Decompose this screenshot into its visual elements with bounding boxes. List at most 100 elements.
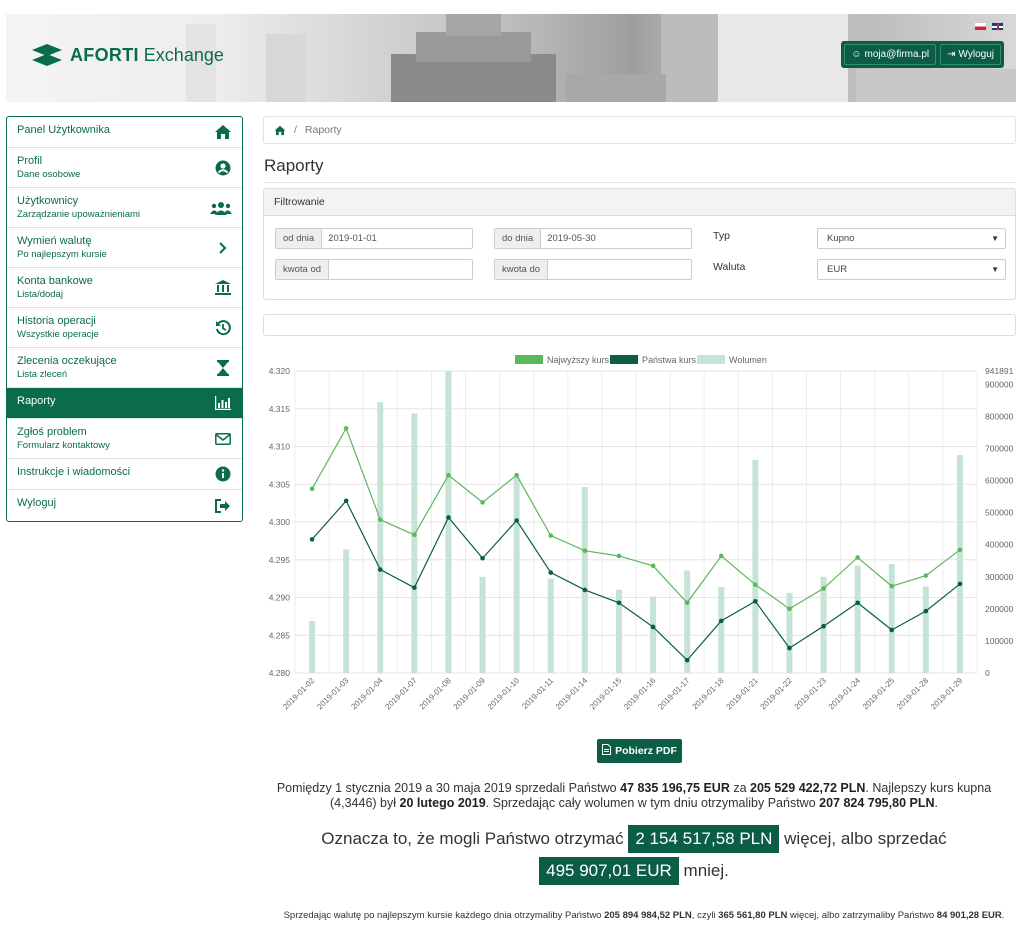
flag-pl-icon[interactable] [974, 22, 987, 31]
x-tick-label: 2019-01-21 [724, 676, 760, 712]
y-right-tick-label: 600000 [985, 476, 1014, 486]
sidebar-item-reports[interactable]: Raporty [7, 388, 242, 419]
summary-best-rate: Sprzedając walutę po najlepszym kursie k… [283, 910, 1005, 921]
sidebar-item-panel[interactable]: Panel Użytkownika [7, 117, 242, 148]
profile-email-button[interactable]: ☺ moja@firma.pl [844, 44, 937, 65]
series-point [957, 547, 963, 553]
currency-label: Waluta [713, 261, 746, 273]
sidebar-item-report-problem[interactable]: Zgłoś problem Formularz kontaktowy [7, 419, 242, 459]
series-point [412, 585, 417, 590]
series-point [787, 645, 792, 651]
series-point [343, 426, 349, 431]
series-point [514, 518, 519, 523]
volume-bar [513, 477, 520, 673]
x-tick-label: 2019-01-09 [452, 676, 488, 712]
volume-bar [479, 576, 486, 673]
x-tick-label: 2019-01-24 [827, 676, 863, 712]
amount-to-label: kwota do [495, 260, 549, 279]
date-from-field[interactable]: od dnia 2019-01-01 [275, 228, 473, 249]
y-right-max-label: 941891 [985, 366, 1014, 376]
legend-label: Państwa kurs [642, 355, 697, 365]
sign-out-icon: ⇥ [947, 49, 956, 60]
y-left-tick-label: 4.290 [269, 593, 291, 603]
amount-from-field[interactable]: kwota od [275, 259, 473, 280]
date-to-label: do dnia [495, 229, 542, 248]
date-from-label: od dnia [276, 229, 323, 248]
aforti-logo-icon [32, 44, 62, 66]
currency-select[interactable]: EUR ▼ [817, 259, 1006, 280]
brand-name: AFORTI [70, 44, 139, 65]
x-tick-label: 2019-01-18 [690, 676, 726, 712]
flag-en-icon[interactable] [991, 22, 1004, 31]
series-point [684, 657, 690, 663]
amount-to-input[interactable] [548, 260, 691, 279]
logo[interactable]: AFORTI Exchange [30, 44, 224, 66]
header-logout-button[interactable]: ⇥ Wyloguj [940, 44, 1001, 65]
x-tick-label: 2019-01-02 [281, 676, 317, 712]
x-tick-label: 2019-01-25 [861, 676, 897, 712]
series-point [889, 627, 895, 633]
sidebar-item-logout[interactable]: Wyloguj [7, 490, 242, 521]
volume-bar [343, 549, 350, 673]
y-left-tick-label: 4.280 [269, 668, 291, 678]
y-right-tick-label: 500000 [985, 508, 1014, 518]
y-right-tick-label: 400000 [985, 540, 1014, 550]
x-tick-label: 2019-01-22 [759, 676, 795, 712]
date-from-input[interactable]: 2019-01-01 [322, 229, 472, 248]
y-left-tick-label: 4.310 [269, 442, 291, 452]
series-point [343, 498, 349, 504]
filter-panel: Filtrowanie od dnia 2019-01-01 do dnia 2… [263, 188, 1016, 300]
user-actions: ☺ moja@firma.pl ⇥ Wyloguj [841, 41, 1004, 68]
volume-bar [309, 621, 316, 673]
series-point [514, 472, 519, 478]
date-to-field[interactable]: do dnia 2019-05-30 [494, 228, 692, 249]
page-title: Raporty [264, 156, 324, 175]
sidebar-item-history[interactable]: Historia operacji Wszystkie operacje [7, 308, 242, 348]
amount-from-input[interactable] [329, 260, 472, 279]
sidebar-item-profile[interactable]: Profil Dane osobowe [7, 148, 242, 188]
x-tick-label: 2019-01-10 [486, 676, 522, 712]
home-icon [214, 123, 232, 141]
sidebar: Panel Użytkownika Profil Dane osobowe Uż… [6, 116, 243, 522]
download-pdf-button[interactable]: Pobierz PDF [597, 739, 682, 763]
series-point [446, 472, 451, 478]
series-point [309, 486, 315, 492]
envelope-icon [214, 430, 232, 448]
y-left-tick-label: 4.315 [269, 404, 291, 414]
sidebar-item-instructions[interactable]: Instrukcje i wiadomości [7, 459, 242, 490]
volume-bar [547, 578, 554, 673]
legend-swatch [515, 355, 543, 364]
y-right-tick-label: 0 [985, 668, 990, 678]
home-icon[interactable] [274, 125, 286, 136]
y-left-tick-label: 4.300 [269, 517, 291, 527]
y-right-tick-label: 100000 [985, 636, 1014, 646]
volume-bar [411, 413, 418, 673]
volume-bar [581, 487, 588, 673]
sign-out-icon [214, 497, 232, 515]
type-select[interactable]: Kupno ▼ [817, 228, 1006, 249]
amount-to-field[interactable]: kwota do [494, 259, 692, 280]
x-tick-label: 2019-01-07 [383, 676, 419, 712]
series-point [821, 586, 826, 591]
x-tick-label: 2019-01-03 [315, 676, 351, 712]
volume-bar [718, 587, 725, 673]
series-point [616, 600, 622, 606]
sidebar-item-pending-orders[interactable]: Zlecenia oczekujące Lista zleceń [7, 348, 242, 388]
series-point [684, 600, 690, 606]
chevron-right-icon [214, 239, 232, 257]
date-to-input[interactable]: 2019-05-30 [541, 229, 691, 248]
sidebar-item-bank-accounts[interactable]: Konta bankowe Lista/dodaj [7, 268, 242, 308]
sidebar-item-exchange[interactable]: Wymień walutę Po najlepszym kursie [7, 228, 242, 268]
legend-label: Wolumen [729, 355, 767, 365]
sidebar-item-users[interactable]: Użytkownicy Zarządzanie upoważnieniami [7, 188, 242, 228]
file-pdf-icon [602, 744, 612, 758]
x-tick-label: 2019-01-15 [588, 676, 624, 712]
series-point [480, 500, 485, 505]
series-point [377, 567, 383, 572]
series-point [309, 537, 315, 542]
x-tick-label: 2019-01-28 [895, 676, 931, 712]
series-point [753, 582, 758, 587]
legend-swatch [697, 355, 725, 364]
filter-header: Filtrowanie [264, 189, 1015, 216]
volume-bar [922, 586, 929, 673]
